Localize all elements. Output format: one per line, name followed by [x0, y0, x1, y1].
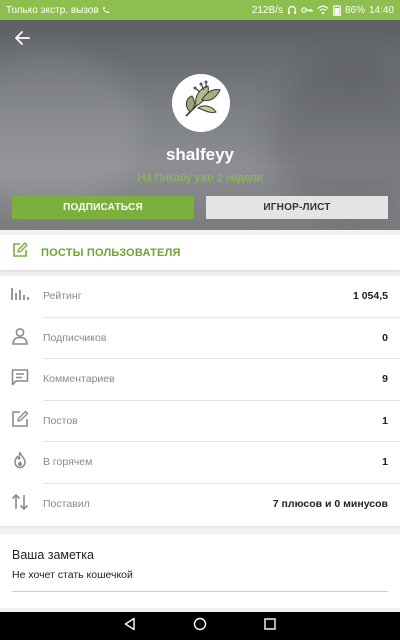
- up-down-arrows-icon: [11, 493, 29, 516]
- key-icon: [301, 6, 313, 14]
- stat-label: Комментариев: [43, 373, 115, 386]
- user-posts-label: ПОСТЫ ПОЛЬЗОВАТЕЛЯ: [41, 246, 181, 259]
- stat-value: 1 054,5: [352, 290, 388, 303]
- status-carrier: Только экстр. вызов: [6, 5, 252, 16]
- stat-row-posts: Постов 1: [0, 401, 400, 442]
- battery-level: 86%: [344, 4, 365, 16]
- profile-screen: Только экстр. вызов 212B/s 86% 14:40 sha…: [0, 0, 400, 640]
- note-title: Ваша заметка: [12, 548, 94, 562]
- stat-value: 9: [382, 373, 388, 386]
- stat-value: 0: [382, 331, 388, 344]
- header-background-blur: [0, 50, 140, 210]
- carrier-text: Только экстр. вызов: [6, 4, 99, 16]
- status-right: 212B/s 86% 14:40: [251, 4, 394, 16]
- arrow-left-icon: [14, 30, 30, 51]
- ignore-list-button[interactable]: ИГНОР-ЛИСТ: [206, 196, 388, 219]
- bar-chart-icon: [11, 286, 29, 307]
- person-icon: [11, 327, 29, 350]
- nav-home-button[interactable]: [191, 617, 209, 635]
- headphones-icon: [287, 5, 297, 15]
- username: shalfeyy: [165, 145, 235, 164]
- system-nav-bar: [0, 612, 400, 640]
- nav-recents-button[interactable]: [261, 617, 279, 635]
- call-forward-icon: [101, 5, 111, 15]
- comment-icon: [11, 368, 29, 391]
- edit-icon: [12, 242, 28, 263]
- user-posts-link[interactable]: ПОСТЫ ПОЛЬЗОВАТЕЛЯ: [0, 235, 400, 271]
- stat-value: 7 плюсов и 0 минусов: [272, 498, 388, 511]
- triangle-back-icon: [123, 617, 137, 636]
- stat-label: Рейтинг: [43, 290, 82, 303]
- stat-row-hot: В горячем 1: [0, 442, 400, 484]
- stats-list: Рейтинг 1 054,5 Подписчиков 0 Комментари…: [0, 276, 400, 526]
- stat-row-votes: Поставил 7 плюсов и 0 минусов: [0, 484, 400, 526]
- subscribe-button[interactable]: ПОДПИСАТЬСЯ: [12, 196, 194, 219]
- fire-icon: [11, 451, 29, 474]
- wifi-icon: [317, 5, 329, 15]
- sage-leaf-icon: [176, 76, 226, 131]
- stat-label: Поставил: [43, 498, 90, 511]
- member-since: На Пикабу уже 2 недели: [137, 172, 263, 184]
- status-bar: Только экстр. вызов 212B/s 86% 14:40: [0, 0, 400, 20]
- back-button[interactable]: [10, 28, 34, 52]
- stat-label: Подписчиков: [43, 331, 107, 344]
- nav-back-button[interactable]: [121, 617, 139, 635]
- square-recents-icon: [263, 617, 277, 636]
- avatar[interactable]: [172, 74, 230, 132]
- edit-icon: [11, 410, 29, 433]
- note-text[interactable]: Не хочет стать кошечкой: [12, 569, 388, 581]
- stat-label: Постов: [43, 414, 78, 427]
- clock: 14:40: [368, 4, 394, 16]
- stat-row-comments: Комментариев 9: [0, 359, 400, 401]
- note-underline: [12, 591, 388, 592]
- stat-row-subscribers: Подписчиков 0: [0, 318, 400, 359]
- user-note[interactable]: Ваша заметка Не хочет стать кошечкой: [0, 534, 400, 608]
- battery-icon: [333, 4, 341, 16]
- stat-value: 1: [382, 456, 388, 469]
- stat-label: В горячем: [43, 456, 93, 469]
- circle-home-icon: [193, 617, 207, 636]
- profile-header: shalfeyy На Пикабу уже 2 недели ПОДПИСАТ…: [0, 20, 400, 230]
- stat-row-rating: Рейтинг 1 054,5: [0, 276, 400, 318]
- stat-value: 1: [382, 414, 388, 427]
- net-speed: 212B/s: [251, 4, 283, 16]
